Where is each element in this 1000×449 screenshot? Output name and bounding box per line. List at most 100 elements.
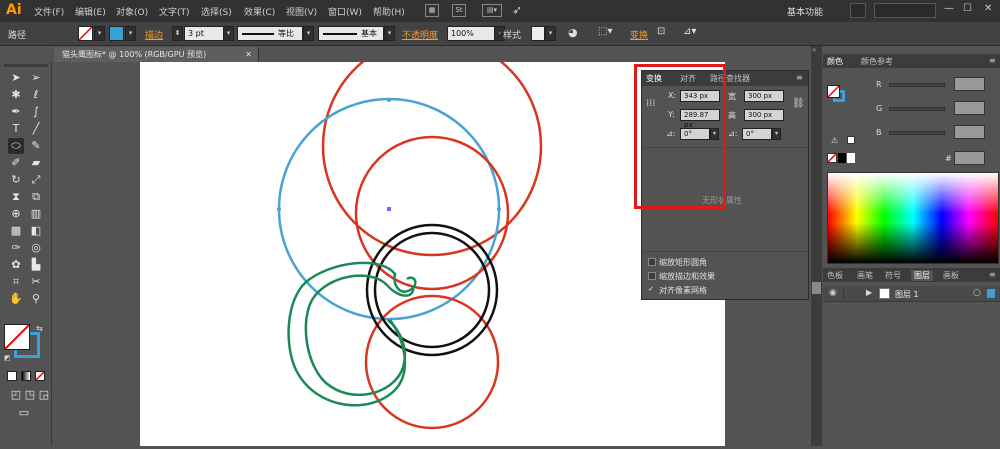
symbol-sprayer-tool-icon[interactable]: ✿ bbox=[8, 257, 24, 273]
stroke-label[interactable]: 描边 bbox=[145, 28, 163, 41]
draw-inside-icon[interactable]: ◲ bbox=[36, 387, 52, 403]
white-swatch[interactable] bbox=[847, 153, 855, 163]
width-tool-icon[interactable]: ⧗ bbox=[8, 189, 24, 205]
menu-type[interactable]: 文字(T) bbox=[159, 5, 190, 18]
width-field[interactable]: 300 px bbox=[744, 90, 784, 102]
shaper-tool-icon[interactable]: ✐ bbox=[8, 155, 24, 171]
brush-dropdown[interactable]: ▾ bbox=[384, 26, 395, 41]
stroke-swatch[interactable] bbox=[109, 26, 124, 41]
collapse-icon[interactable]: « bbox=[812, 46, 816, 54]
align-grid-icon[interactable]: ⬚▾ bbox=[598, 26, 612, 37]
gradient-mode-icon[interactable] bbox=[21, 371, 31, 381]
help-search-input[interactable] bbox=[874, 3, 936, 18]
screen-mode-icon[interactable]: ▭ bbox=[16, 405, 32, 421]
constrain-proportions-icon[interactable]: ⛓ bbox=[792, 98, 805, 109]
swap-colors-icon[interactable]: ⇆ bbox=[36, 324, 43, 333]
panel-menu-icon[interactable]: ⊿▾ bbox=[683, 26, 696, 37]
brush-definition[interactable]: 基本 bbox=[318, 26, 384, 41]
stroke-weight-stepper[interactable]: ⬍ bbox=[172, 26, 183, 41]
tab-color[interactable]: 颜色 bbox=[827, 56, 843, 67]
gamut-swatch[interactable] bbox=[847, 136, 855, 144]
panel-menu-icon[interactable]: ≡ bbox=[796, 73, 803, 82]
variable-width-profile[interactable]: 等比 bbox=[237, 26, 303, 41]
isolate-icon[interactable]: ⊡ bbox=[657, 26, 665, 37]
menu-object[interactable]: 对象(O) bbox=[116, 5, 148, 18]
perspective-grid-tool-icon[interactable]: ▥ bbox=[28, 206, 44, 222]
graphic-style-swatch[interactable] bbox=[531, 26, 545, 41]
b-value[interactable] bbox=[954, 125, 985, 139]
profile-dropdown[interactable]: ▾ bbox=[303, 26, 314, 41]
layer-name[interactable]: 图层 1 bbox=[895, 289, 919, 300]
stroke-weight-dropdown[interactable]: ▾ bbox=[223, 26, 234, 41]
dock-scrollbar[interactable] bbox=[812, 282, 821, 294]
menu-help[interactable]: 帮助(H) bbox=[373, 5, 405, 18]
recolor-artwork-icon[interactable]: ◕ bbox=[568, 26, 578, 39]
r-slider[interactable] bbox=[889, 83, 945, 87]
tab-symbols[interactable]: 符号 bbox=[885, 270, 901, 281]
selection-anchor-top[interactable] bbox=[387, 98, 391, 102]
target-icon[interactable]: ○ bbox=[973, 288, 981, 298]
scale-strokes-checkbox[interactable] bbox=[648, 272, 656, 280]
blend-tool-icon[interactable]: ◎ bbox=[28, 240, 44, 256]
tab-swatches[interactable]: 色板 bbox=[827, 270, 843, 281]
stock-icon[interactable]: St bbox=[452, 4, 466, 17]
close-tab-icon[interactable]: ✕ bbox=[245, 47, 252, 62]
g-slider[interactable] bbox=[889, 107, 945, 111]
selection-center-point[interactable] bbox=[387, 207, 391, 211]
gpu-performance-icon[interactable]: ➶ bbox=[512, 3, 522, 17]
menu-edit[interactable]: 编辑(E) bbox=[75, 5, 106, 18]
paintbrush-tool-icon[interactable]: ✎ bbox=[28, 138, 44, 154]
black-swatch[interactable] bbox=[838, 153, 846, 163]
slice-tool-icon[interactable]: ✂ bbox=[28, 274, 44, 290]
expand-layer-icon[interactable]: ▶ bbox=[866, 288, 872, 297]
free-transform-tool-icon[interactable]: ⧉ bbox=[28, 189, 44, 205]
minimize-button[interactable]: — bbox=[944, 3, 954, 14]
lasso-tool-icon[interactable]: ℓ bbox=[28, 87, 44, 103]
g-value[interactable] bbox=[954, 101, 985, 115]
stroke-weight-field[interactable]: 3 pt bbox=[184, 26, 224, 41]
magic-wand-tool-icon[interactable]: ✱ bbox=[8, 87, 24, 103]
none-mode-icon[interactable] bbox=[35, 371, 45, 381]
fill-color-box[interactable] bbox=[4, 324, 30, 350]
red-circle-middle[interactable] bbox=[354, 135, 510, 291]
selection-tool-icon[interactable]: ➤ bbox=[8, 70, 24, 86]
r-value[interactable] bbox=[954, 77, 985, 91]
fill-swatch[interactable] bbox=[78, 26, 93, 41]
mesh-tool-icon[interactable]: ▩ bbox=[8, 223, 24, 239]
hex-value[interactable] bbox=[954, 151, 985, 165]
eyedropper-tool-icon[interactable]: ✑ bbox=[8, 240, 24, 256]
menu-view[interactable]: 视图(V) bbox=[286, 5, 317, 18]
workspace-dropdown[interactable] bbox=[850, 3, 866, 18]
type-tool-icon[interactable]: T bbox=[8, 121, 24, 137]
selection-anchor-left[interactable] bbox=[277, 207, 281, 211]
toolbox-grip[interactable] bbox=[4, 64, 48, 67]
workspace-switcher[interactable]: 基本功能 bbox=[787, 5, 823, 18]
tab-artboards[interactable]: 画板 bbox=[943, 270, 959, 281]
close-button[interactable]: ✕ bbox=[984, 3, 992, 14]
tab-color-guide[interactable]: 颜色参考 bbox=[861, 56, 893, 67]
hand-tool-icon[interactable]: ✋ bbox=[8, 291, 24, 307]
tab-layers[interactable]: 图层 bbox=[911, 270, 933, 281]
align-pixel-grid-checkbox[interactable]: ✓ bbox=[648, 286, 656, 294]
menu-effect[interactable]: 效果(C) bbox=[244, 5, 275, 18]
stroke-dropdown[interactable]: ▾ bbox=[125, 26, 136, 41]
menu-select[interactable]: 选择(S) bbox=[201, 5, 232, 18]
arrange-documents-icon[interactable]: ▤▾ bbox=[482, 4, 502, 17]
layers-panel-menu-icon[interactable]: ≡ bbox=[989, 270, 996, 279]
tab-brushes[interactable]: 画笔 bbox=[857, 270, 873, 281]
out-of-gamut-icon[interactable]: ⚠ bbox=[831, 136, 838, 145]
curvature-tool-icon[interactable]: ∫ bbox=[28, 104, 44, 120]
zoom-tool-icon[interactable]: ⚲ bbox=[28, 291, 44, 307]
shape-builder-tool-icon[interactable]: ⊕ bbox=[8, 206, 24, 222]
rotate-tool-icon[interactable]: ↻ bbox=[8, 172, 24, 188]
eraser-tool-icon[interactable]: ▰ bbox=[28, 155, 44, 171]
pen-tool-icon[interactable]: ✒ bbox=[8, 104, 24, 120]
scale-tool-icon[interactable]: ⤢ bbox=[28, 172, 44, 188]
color-spectrum[interactable] bbox=[827, 172, 999, 264]
shear-field[interactable]: 0° bbox=[742, 128, 772, 140]
b-slider[interactable] bbox=[889, 131, 945, 135]
scale-corners-checkbox[interactable] bbox=[648, 258, 656, 266]
artboard-tool-icon[interactable]: ⌗ bbox=[8, 274, 24, 290]
height-field[interactable]: 300 px bbox=[744, 109, 784, 121]
line-tool-icon[interactable]: ╱ bbox=[28, 121, 44, 137]
